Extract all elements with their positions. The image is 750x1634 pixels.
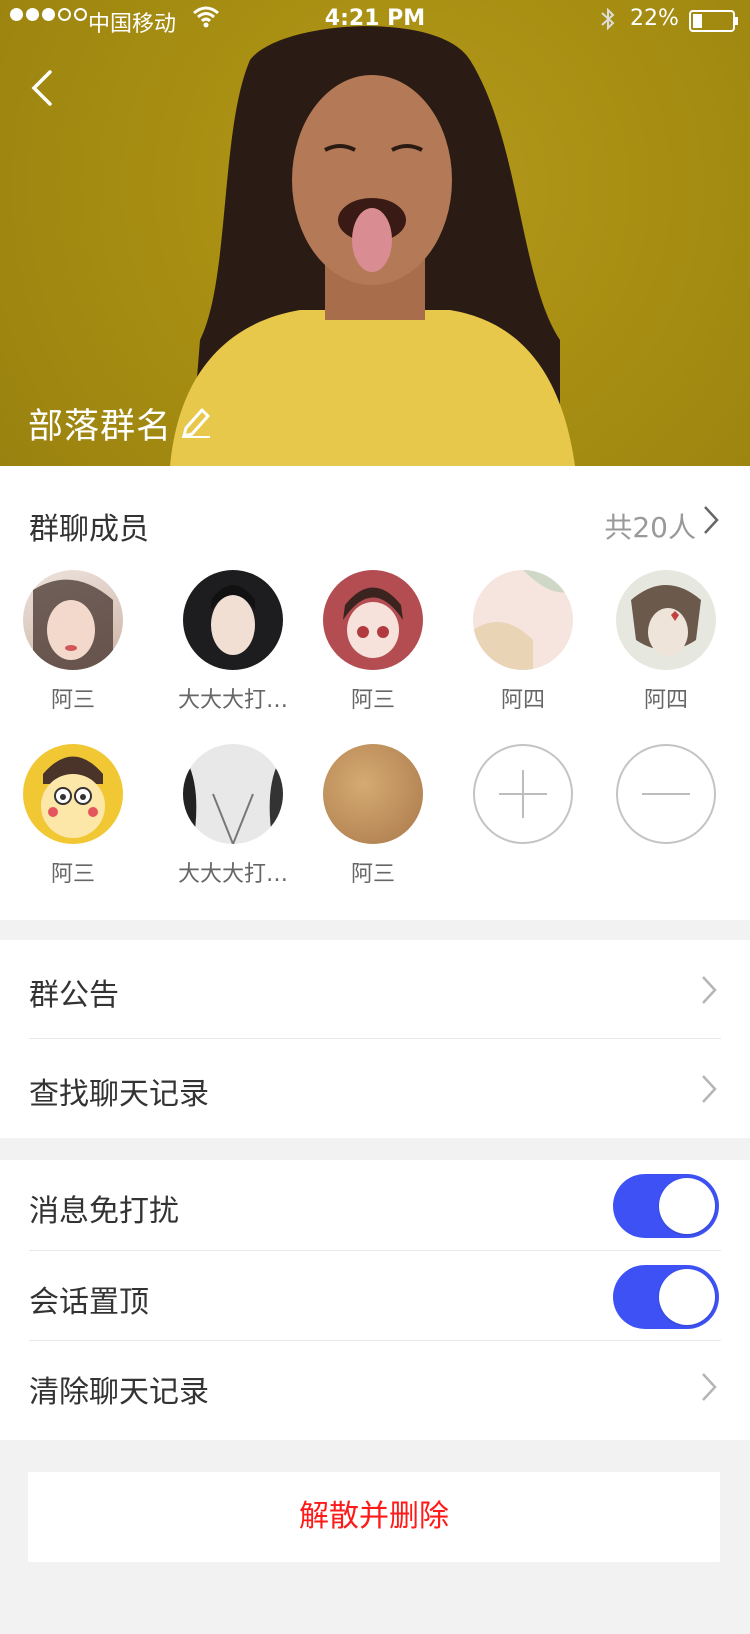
search-chat-history-row[interactable]: 查找聊天记录 [0, 1039, 750, 1138]
row-label: 清除聊天记录 [29, 1375, 209, 1410]
avatar [616, 570, 716, 670]
avatar [323, 570, 423, 670]
row-label: 会话置顶 [29, 1285, 149, 1320]
remove-member-button[interactable] [596, 744, 736, 844]
avatar [23, 570, 123, 670]
avatar [323, 744, 423, 844]
member-item[interactable]: 阿三 [3, 570, 143, 714]
member-name: 阿三 [350, 688, 395, 713]
member-item[interactable]: 阿三 [303, 744, 443, 888]
add-member-button[interactable] [453, 744, 593, 844]
edit-name-icon[interactable] [180, 404, 212, 438]
member-name: 阿四 [643, 688, 688, 713]
menu-group-1: 群公告 查找聊天记录 [0, 940, 750, 1138]
member-item[interactable]: 阿三 [303, 570, 443, 714]
chevron-right-icon [702, 1373, 717, 1401]
avatar [183, 570, 283, 670]
group-settings-page: 中国移动 4:21 PM 22% 部落群名 群聊成员 共20人 阿三 大大大打…… [0, 0, 750, 1634]
avatar [23, 744, 123, 844]
do-not-disturb-toggle[interactable] [613, 1174, 719, 1238]
member-name: 阿四 [500, 688, 545, 713]
minus-icon[interactable] [616, 744, 716, 844]
member-item[interactable]: 大大大打… [163, 570, 303, 714]
avatar [473, 570, 573, 670]
avatar [183, 744, 283, 844]
do-not-disturb-row: 消息免打扰 [0, 1160, 750, 1251]
cover-photo [170, 26, 575, 466]
menu-group-2: 消息免打扰 会话置顶 清除聊天记录 [0, 1160, 750, 1440]
pin-chat-row: 会话置顶 [0, 1251, 750, 1341]
dissolve-and-delete-button[interactable]: 解散并删除 [28, 1472, 720, 1562]
chevron-right-icon [702, 976, 717, 1004]
member-item[interactable]: 阿四 [453, 570, 593, 714]
members-title: 群聊成员 [29, 512, 149, 547]
bluetooth-icon [601, 7, 615, 31]
members-section: 群聊成员 共20人 阿三 大大大打… 阿三 阿四 阿四 阿三 大大大打… 阿三 [0, 466, 750, 920]
status-bar: 中国移动 4:21 PM 22% [0, 0, 750, 40]
chevron-right-icon[interactable] [702, 504, 720, 536]
battery-percent: 22% [630, 6, 679, 31]
member-item[interactable]: 阿四 [596, 570, 736, 714]
member-name: 阿三 [50, 862, 95, 887]
row-label: 群公告 [29, 978, 119, 1013]
pin-chat-toggle[interactable] [613, 1265, 719, 1329]
clear-chat-history-row[interactable]: 清除聊天记录 [0, 1341, 750, 1440]
group-cover-header: 中国移动 4:21 PM 22% 部落群名 [0, 0, 750, 466]
members-count[interactable]: 共20人 [604, 506, 696, 546]
member-name: 大大大打… [177, 688, 288, 713]
member-name: 大大大打… [177, 862, 288, 887]
back-button[interactable] [24, 64, 64, 112]
member-item[interactable]: 阿三 [3, 744, 143, 888]
member-name: 阿三 [50, 688, 95, 713]
group-name-title: 部落群名 [28, 407, 173, 447]
battery-icon [689, 10, 738, 32]
row-label: 消息免打扰 [29, 1194, 179, 1229]
group-notice-row[interactable]: 群公告 [0, 940, 750, 1039]
member-item[interactable]: 大大大打… [163, 744, 303, 888]
chevron-right-icon [702, 1075, 717, 1103]
member-name: 阿三 [350, 862, 395, 887]
plus-icon[interactable] [473, 744, 573, 844]
row-label: 查找聊天记录 [29, 1077, 209, 1112]
